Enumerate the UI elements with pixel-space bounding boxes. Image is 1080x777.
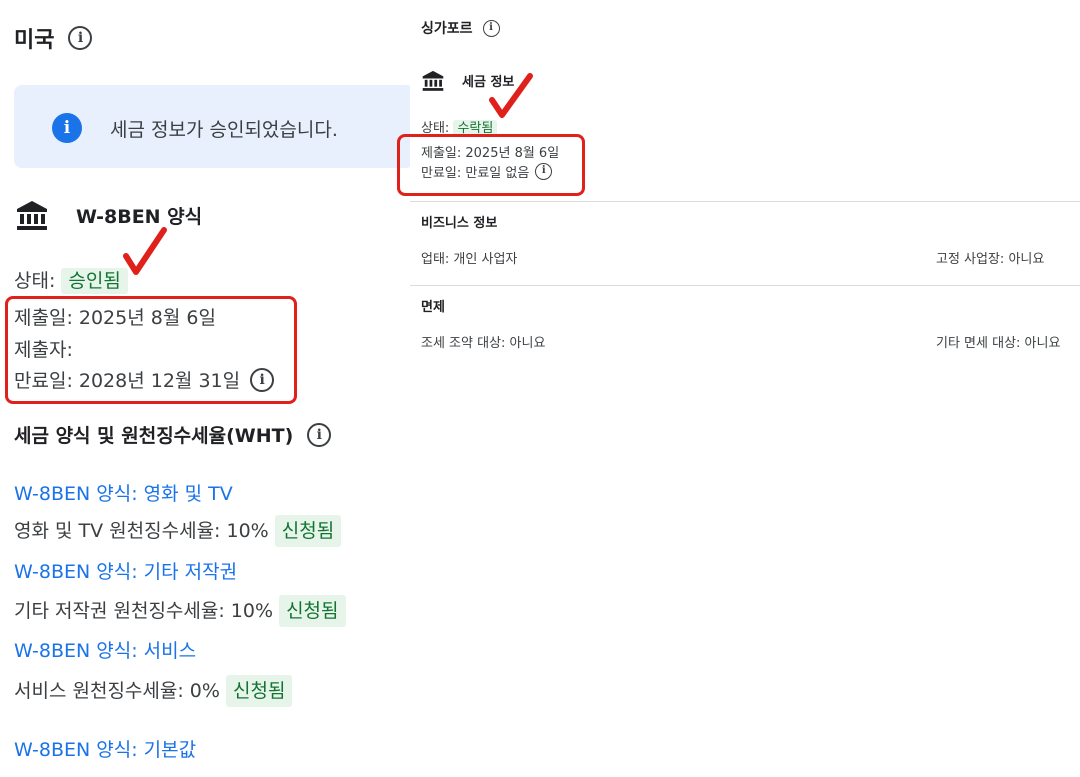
country-title: 싱가포르 — [421, 21, 473, 37]
status-row: 상태: 승인됨 — [14, 266, 128, 294]
expiry-date: 만료일: 만료일 없음 — [421, 166, 530, 181]
banner-text: 세금 정보가 승인되었습니다. — [110, 119, 338, 141]
info-icon[interactable]: i — [482, 19, 500, 37]
left-panel: 미국 i i 세금 정보가 승인되었습니다. W-8BEN 양식 상태: 승인됨… — [0, 0, 414, 777]
right-panel: 싱가포르 i 세금 정보 상태: 수락됨 제출일: 2025년 8월 6일 만료… — [397, 0, 1080, 777]
wht-form-link[interactable]: W-8BEN 양식: 기본값 — [14, 735, 196, 762]
bank-icon — [17, 201, 47, 230]
wht-rate-row: 서비스 원천징수세율: 0% 신청됨 — [14, 675, 293, 707]
status-label: 상태: — [14, 270, 56, 292]
applied-badge: 신청됨 — [279, 595, 346, 627]
divider — [410, 285, 1080, 286]
other-exemption: 기타 면세 대상: 아니요 — [936, 336, 1061, 351]
country-title: 미국 — [14, 28, 55, 53]
wht-form-link[interactable]: W-8BEN 양식: 영화 및 TV — [14, 479, 233, 506]
wht-rate: 서비스 원천징수세율: 0% — [14, 680, 220, 702]
submitted-date: 제출일: 2025년 8월 6일 — [421, 146, 560, 161]
submitter: 제출자: — [14, 339, 73, 361]
bank-icon — [422, 70, 444, 91]
checkmark-annotation-left — [123, 227, 167, 275]
approval-banner: i 세금 정보가 승인되었습니다. — [14, 85, 414, 168]
wht-rate: 기타 저작권 원천징수세율: 10% — [14, 600, 274, 622]
wht-rate-row: 기타 저작권 원천징수세율: 10% 신청됨 — [14, 595, 346, 627]
status-badge: 승인됨 — [61, 268, 128, 294]
country-header-sg: 싱가포르 i — [421, 18, 500, 38]
business-type: 업태: 개인 사업자 — [421, 252, 518, 267]
fixed-place: 고정 사업장: 아니요 — [936, 252, 1045, 267]
wht-form-link[interactable]: W-8BEN 양식: 서비스 — [14, 636, 196, 663]
form-title: W-8BEN 양식 — [76, 205, 203, 228]
wht-rate: 영화 및 TV 원천징수세율: 10% — [14, 520, 269, 542]
exemption-title: 면제 — [421, 300, 445, 315]
info-icon[interactable]: i — [250, 367, 275, 392]
expiry-date: 만료일: 2028년 12월 31일 — [14, 370, 241, 392]
wht-title: 세금 양식 및 원천징수세율(WHT) — [14, 425, 294, 447]
expiry-row: 만료일: 2028년 12월 31일 i — [14, 366, 275, 393]
business-info-title: 비즈니스 정보 — [421, 216, 498, 231]
wht-rate-row: 영화 및 TV 원천징수세율: 10% 신청됨 — [14, 515, 342, 547]
info-icon[interactable]: i — [535, 163, 553, 180]
submitted-date: 제출일: 2025년 8월 6일 — [14, 307, 216, 329]
expiry-row: 만료일: 만료일 없음 i — [421, 162, 553, 181]
info-icon[interactable]: i — [68, 26, 93, 50]
divider — [410, 201, 1080, 202]
country-header-us: 미국 i — [14, 22, 93, 54]
wht-form-link[interactable]: W-8BEN 양식: 기타 저작권 — [14, 557, 237, 584]
info-icon[interactable]: i — [307, 422, 332, 447]
wht-header: 세금 양식 및 원천징수세율(WHT) i — [14, 421, 332, 448]
info-filled-icon: i — [52, 113, 82, 143]
treaty-status: 조세 조약 대상: 아니요 — [421, 336, 546, 351]
checkmark-annotation-right — [489, 73, 533, 118]
form-header: W-8BEN 양식 — [16, 200, 202, 230]
applied-badge: 신청됨 — [226, 675, 293, 707]
applied-badge: 신청됨 — [274, 515, 342, 547]
